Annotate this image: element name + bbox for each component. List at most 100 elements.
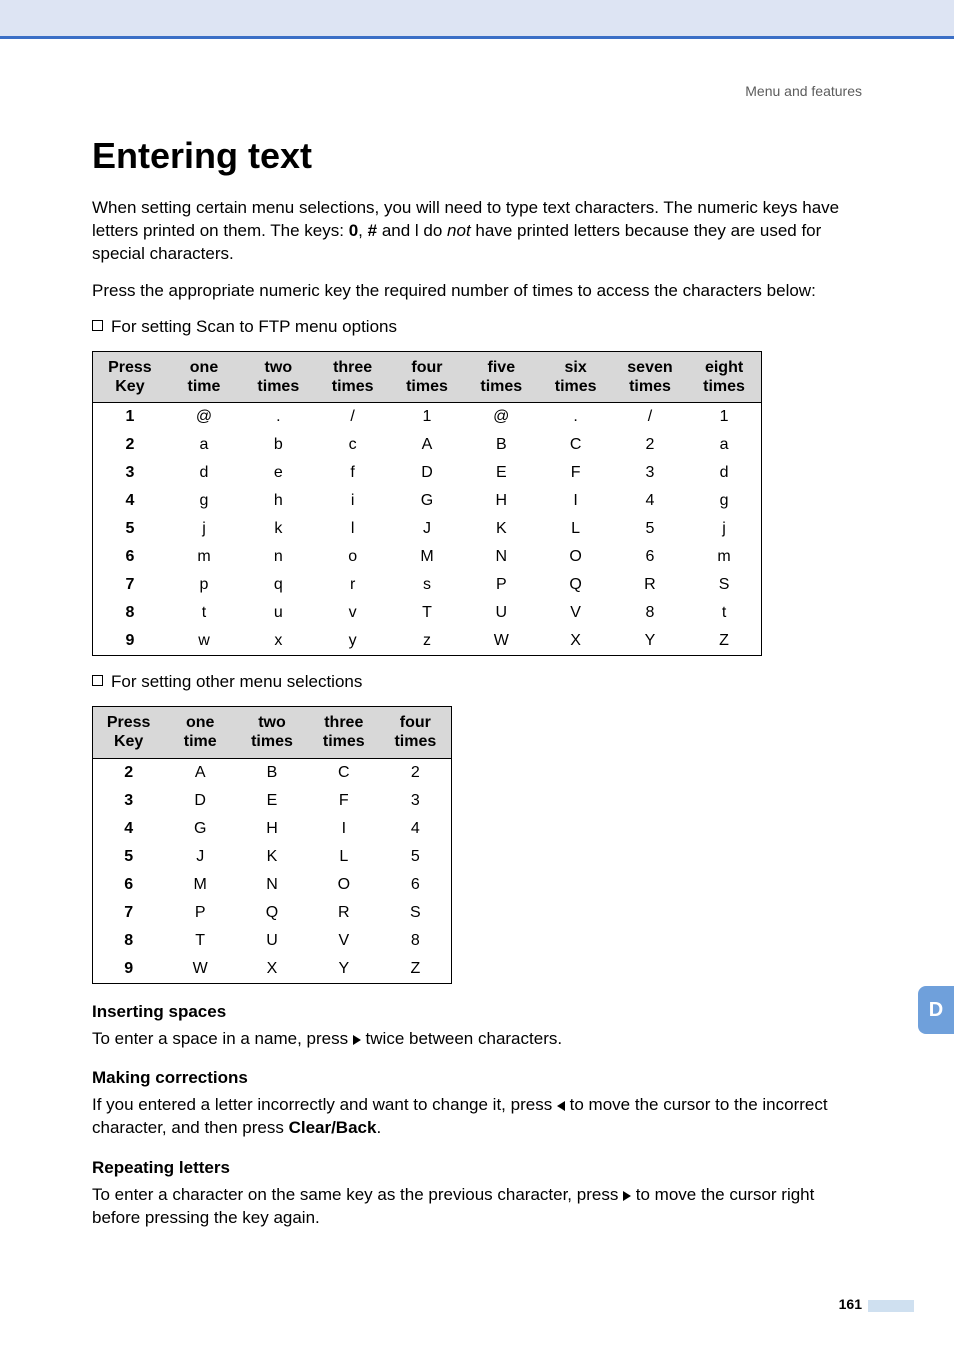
p-rep-a: To enter a character on the same key as … — [92, 1185, 623, 1204]
value-cell: n — [241, 543, 315, 571]
value-cell: / — [613, 403, 687, 432]
table-row: 4GHI4 — [93, 815, 452, 843]
intro-paragraph-2: Press the appropriate numeric key the re… — [92, 280, 862, 303]
header-rule — [0, 36, 954, 39]
value-cell: K — [236, 843, 308, 871]
table-row: 6mnoMNO6m — [93, 543, 762, 571]
value-cell: 6 — [380, 871, 452, 899]
value-cell: K — [464, 515, 538, 543]
key-cell: 6 — [93, 871, 165, 899]
value-cell: b — [241, 431, 315, 459]
value-cell: P — [464, 571, 538, 599]
value-cell: y — [315, 627, 389, 656]
key-cell: 9 — [93, 955, 165, 984]
key-cell: 8 — [93, 927, 165, 955]
value-cell: I — [538, 487, 612, 515]
table-row: 6MNO6 — [93, 871, 452, 899]
p-spaces-b: twice between characters. — [361, 1029, 562, 1048]
value-cell: 8 — [613, 599, 687, 627]
value-cell: p — [167, 571, 241, 599]
value-cell: B — [236, 758, 308, 787]
key-cell: 2 — [93, 431, 167, 459]
value-cell: N — [464, 543, 538, 571]
value-cell: V — [308, 927, 380, 955]
value-cell: T — [164, 927, 236, 955]
bullet-other-text: For setting other menu selections — [111, 672, 362, 691]
key-cell: 9 — [93, 627, 167, 656]
value-cell: z — [390, 627, 464, 656]
key-cell: 3 — [93, 459, 167, 487]
right-arrow-icon — [353, 1029, 361, 1048]
value-cell: J — [390, 515, 464, 543]
heading-spaces: Inserting spaces — [92, 1002, 862, 1022]
other-table: PressKeyonetimetwotimesthreetimesfourtim… — [92, 706, 452, 983]
value-cell: C — [538, 431, 612, 459]
p-corrections: If you entered a letter incorrectly and … — [92, 1094, 862, 1140]
table-row: 2ABC2 — [93, 758, 452, 787]
key-cell: 5 — [93, 843, 165, 871]
value-cell: L — [308, 843, 380, 871]
key-cell: 7 — [93, 899, 165, 927]
value-cell: E — [464, 459, 538, 487]
value-cell: g — [167, 487, 241, 515]
page-number: 161 — [839, 1296, 862, 1312]
bullet-icon — [92, 675, 103, 686]
bullet-ftp-text: For setting Scan to FTP menu options — [111, 317, 397, 336]
value-cell: m — [167, 543, 241, 571]
bullet-ftp: For setting Scan to FTP menu options — [92, 317, 862, 337]
heading-corrections: Making corrections — [92, 1068, 862, 1088]
intro-1-c: do — [419, 221, 447, 240]
table-row: 7pqrsPQRS — [93, 571, 762, 599]
col-header: fourtimes — [380, 707, 452, 758]
bullet-icon — [92, 320, 103, 331]
intro-not: not — [447, 221, 471, 240]
header-bar — [0, 0, 954, 36]
ftp-table: PressKeyonetimetwotimesthreetimesfourtim… — [92, 351, 762, 656]
value-cell: E — [236, 787, 308, 815]
p-corr-a: If you entered a letter incorrectly and … — [92, 1095, 557, 1114]
value-cell: 1 — [390, 403, 464, 432]
value-cell: 5 — [380, 843, 452, 871]
p-corr-bold: Clear/Back — [289, 1118, 377, 1137]
value-cell: S — [687, 571, 761, 599]
breadcrumb: Menu and features — [92, 83, 862, 99]
value-cell: 3 — [613, 459, 687, 487]
value-cell: Q — [236, 899, 308, 927]
value-cell: i — [315, 487, 389, 515]
value-cell: x — [241, 627, 315, 656]
value-cell: s — [390, 571, 464, 599]
value-cell: / — [315, 403, 389, 432]
col-header: onetime — [167, 351, 241, 402]
value-cell: S — [380, 899, 452, 927]
value-cell: r — [315, 571, 389, 599]
value-cell: d — [167, 459, 241, 487]
value-cell: q — [241, 571, 315, 599]
value-cell: . — [538, 403, 612, 432]
value-cell: C — [308, 758, 380, 787]
value-cell: @ — [167, 403, 241, 432]
value-cell: l — [315, 515, 389, 543]
value-cell: V — [538, 599, 612, 627]
key-cell: 3 — [93, 787, 165, 815]
value-cell: . — [241, 403, 315, 432]
value-cell: k — [241, 515, 315, 543]
value-cell: L — [538, 515, 612, 543]
intro-bold-hash: # — [368, 221, 377, 240]
value-cell: N — [236, 871, 308, 899]
value-cell: Z — [687, 627, 761, 656]
value-cell: t — [687, 599, 761, 627]
page-number-bar — [868, 1300, 914, 1312]
value-cell: T — [390, 599, 464, 627]
value-cell: M — [164, 871, 236, 899]
value-cell: O — [308, 871, 380, 899]
col-header: sixtimes — [538, 351, 612, 402]
value-cell: 8 — [380, 927, 452, 955]
value-cell: U — [236, 927, 308, 955]
value-cell: R — [308, 899, 380, 927]
key-cell: 5 — [93, 515, 167, 543]
value-cell: e — [241, 459, 315, 487]
value-cell: Q — [538, 571, 612, 599]
value-cell: 5 — [613, 515, 687, 543]
ftp-header-row: PressKeyonetimetwotimesthreetimesfourtim… — [93, 351, 762, 402]
value-cell: W — [464, 627, 538, 656]
